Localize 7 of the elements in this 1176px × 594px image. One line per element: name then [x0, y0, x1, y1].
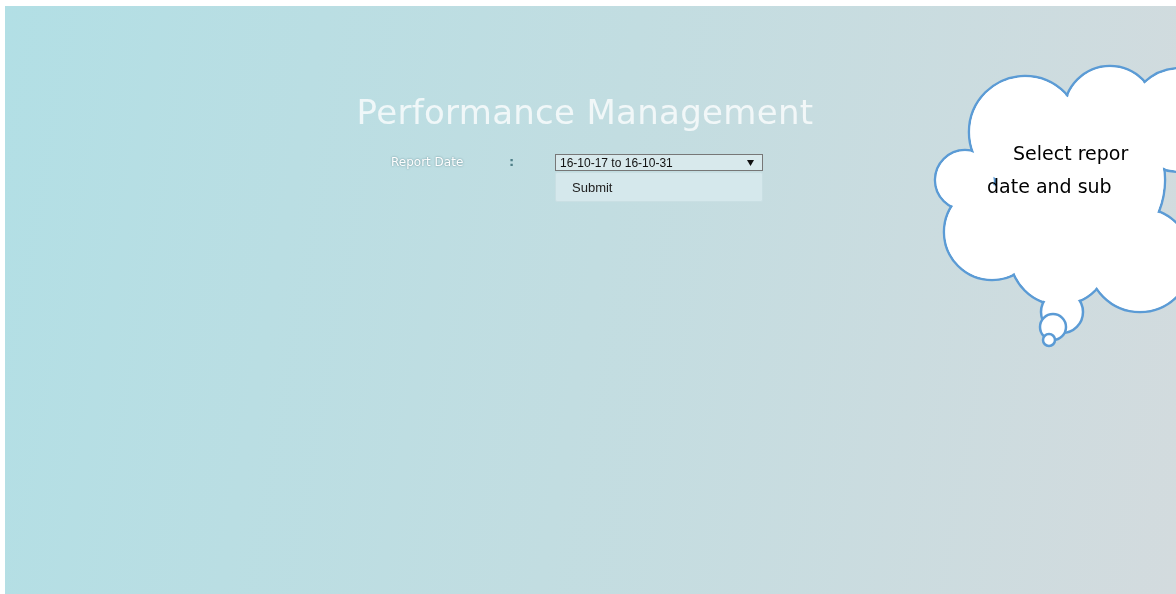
date-range-select[interactable]: 16-10-17 to 16-10-31	[555, 154, 763, 171]
dropdown-arrow-icon	[747, 159, 754, 166]
callout-text: date and sub	[987, 174, 1113, 199]
submit-button[interactable]: Submit	[555, 172, 763, 202]
callout-text: Select repor	[1012, 141, 1129, 166]
field-label: Report Date	[391, 155, 465, 169]
separator: :	[509, 154, 516, 169]
